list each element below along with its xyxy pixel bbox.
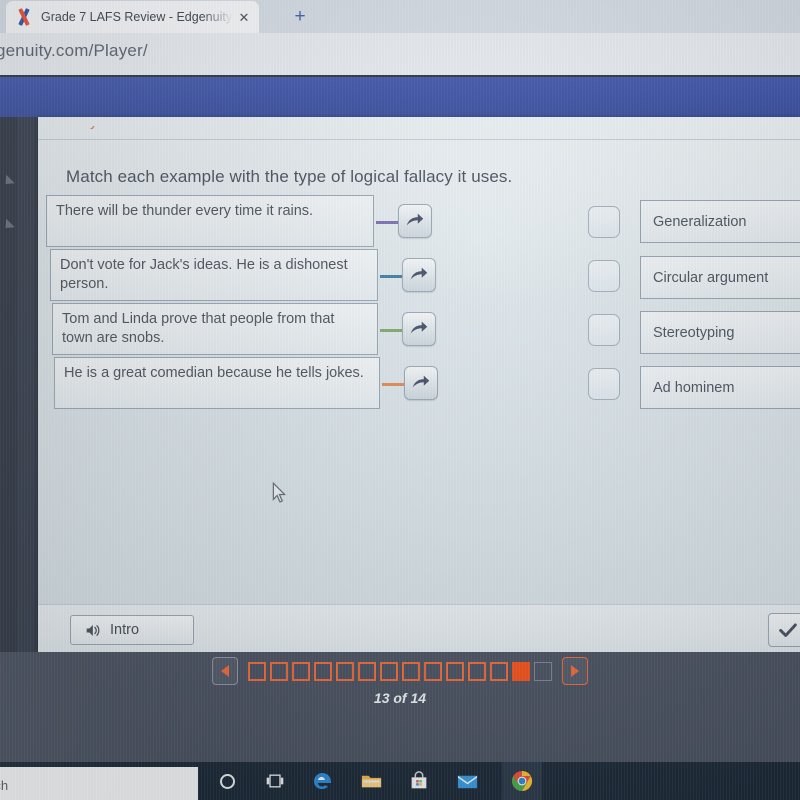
mail-icon[interactable] <box>454 768 480 794</box>
taskbar-icon-group <box>206 762 542 800</box>
example-row: There will be thunder every time it rain… <box>46 195 432 249</box>
answer-row: Circular argument <box>548 249 800 303</box>
intro-button[interactable]: Intro <box>70 615 194 645</box>
browser-tabstrip: Grade 7 LAFS Review - Edgenuity ✕ + <box>0 0 800 33</box>
edge-browser-icon[interactable] <box>310 768 336 794</box>
answer-drop-target[interactable] <box>588 260 620 292</box>
checkmark-icon <box>779 623 797 637</box>
examples-column: There will be thunder every time it rain… <box>46 195 438 411</box>
connector-line <box>382 383 404 386</box>
example-row: Don't vote for Jack's ideas. He is a dis… <box>46 249 436 303</box>
page-pip[interactable] <box>402 661 420 681</box>
edgenuity-header-bar <box>0 77 800 117</box>
match-arrow-button[interactable] <box>404 366 438 400</box>
page-indicator: 13 of 14 <box>373 690 427 706</box>
answer-label-box[interactable]: Stereotyping <box>640 311 800 354</box>
file-explorer-icon[interactable] <box>358 768 384 794</box>
taskbar-search-text: rch <box>0 778 9 793</box>
new-tab-button[interactable]: + <box>288 5 312 29</box>
mouse-cursor-icon <box>272 481 287 504</box>
answer-row: Stereotyping <box>548 303 800 357</box>
answers-column: Generalization Circular argument Stereot… <box>548 195 800 411</box>
chrome-browser-icon[interactable] <box>502 762 542 800</box>
example-text-box[interactable]: He is a great comedian because he tells … <box>54 357 380 409</box>
next-page-button[interactable] <box>562 657 588 685</box>
submit-button[interactable] <box>768 613 800 647</box>
page-pip[interactable] <box>446 661 464 681</box>
example-row: Tom and Linda prove that people from tha… <box>46 303 436 357</box>
answer-drop-target[interactable] <box>588 314 620 346</box>
example-text-box[interactable]: Tom and Linda prove that people from tha… <box>52 303 378 355</box>
question-prompt: Match each example with the type of logi… <box>66 167 513 186</box>
answer-drop-target[interactable] <box>588 368 620 400</box>
page-pip[interactable] <box>292 661 310 681</box>
page-pip-current[interactable] <box>512 661 530 681</box>
match-arrow-button[interactable] <box>398 204 432 238</box>
divider <box>38 139 800 140</box>
answer-row: Generalization <box>548 195 800 249</box>
answer-label-box[interactable]: Circular argument <box>640 256 800 299</box>
page-pip[interactable] <box>468 661 486 681</box>
connector-line <box>380 275 402 278</box>
example-row: He is a great comedian because he tells … <box>46 357 438 411</box>
answer-label-box[interactable]: Generalization <box>640 200 800 243</box>
microsoft-store-icon[interactable] <box>406 768 432 794</box>
browser-tab-title: Grade 7 LAFS Review - Edgenuity <box>41 10 233 24</box>
example-text-box[interactable]: There will be thunder every time it rain… <box>46 195 374 247</box>
activity-card: y o x e Match each example with the type… <box>38 117 800 660</box>
pagination-control <box>0 657 800 685</box>
task-view-icon[interactable] <box>262 768 288 794</box>
answer-drop-target[interactable] <box>588 206 620 238</box>
edgenuity-x-icon <box>14 7 34 27</box>
answer-row: Ad hominem <box>548 357 800 411</box>
windows-taskbar: rch <box>0 762 800 800</box>
page-pip[interactable] <box>380 661 398 681</box>
speaker-icon <box>85 623 102 638</box>
page-pip[interactable] <box>490 661 508 681</box>
close-icon[interactable]: ✕ <box>237 11 251 24</box>
page-pip[interactable] <box>314 661 332 681</box>
triangle-right-icon <box>571 665 579 677</box>
screen-photo: Grade 7 LAFS Review - Edgenuity ✕ + genu… <box>0 0 800 800</box>
browser-tab[interactable]: Grade 7 LAFS Review - Edgenuity ✕ <box>6 1 259 33</box>
page-pip[interactable] <box>336 661 354 681</box>
page-pip[interactable] <box>270 661 288 681</box>
lesson-navigation-bar: 13 of 14 <box>0 652 800 762</box>
cortana-circle-icon[interactable] <box>214 768 240 794</box>
page-pip-locked <box>534 661 552 681</box>
match-arrow-button[interactable] <box>402 312 436 346</box>
connector-line <box>380 329 402 332</box>
triangle-left-icon <box>221 665 229 677</box>
address-bar-url[interactable]: genuity.com/Player/ <box>0 41 148 61</box>
page-pip[interactable] <box>358 661 376 681</box>
example-text-box[interactable]: Don't vote for Jack's ideas. He is a dis… <box>50 249 378 301</box>
previous-page-button[interactable] <box>212 657 238 685</box>
browser-omnibox: genuity.com/Player/ <box>0 33 800 75</box>
intro-button-label: Intro <box>110 622 140 638</box>
page-pip[interactable] <box>248 661 266 681</box>
page-pip[interactable] <box>424 661 442 681</box>
connector-line <box>376 221 398 224</box>
answer-label-box[interactable]: Ad hominem <box>640 366 800 409</box>
left-edge-strip <box>0 117 17 662</box>
match-arrow-button[interactable] <box>402 258 436 292</box>
taskbar-search-input[interactable]: rch <box>0 767 198 800</box>
